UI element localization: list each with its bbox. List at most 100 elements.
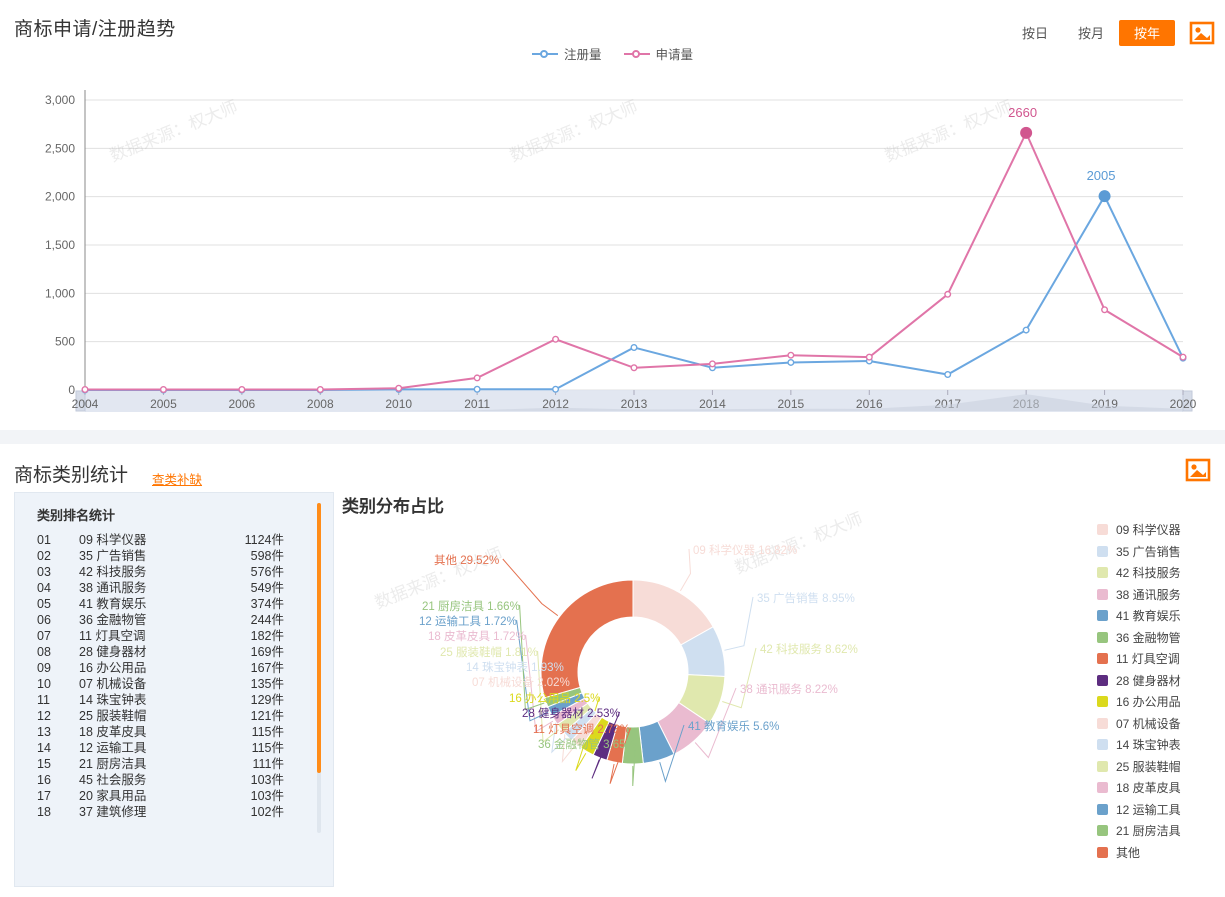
trend-controls: 按日 按月 按年 <box>1007 20 1215 46</box>
rank-row[interactable]: 02 35 广告销售 598件 <box>15 548 333 564</box>
rank-row[interactable]: 18 37 建筑修理 102件 <box>15 804 333 820</box>
rank-row[interactable]: 17 20 家具用品 103件 <box>15 788 333 804</box>
period-button-day[interactable]: 按日 <box>1007 20 1063 46</box>
rank-row[interactable]: 14 12 运输工具 115件 <box>15 740 333 756</box>
rank-index: 05 <box>37 597 51 611</box>
image-export-icon[interactable] <box>1189 21 1215 45</box>
rank-category-name: 36 金融物管 <box>79 613 147 627</box>
donut-chart: 数据来源：权大师 数据来源：权大师 09 科学仪器 16.82% 35 广告销售 … <box>340 509 1090 889</box>
svg-text:2008: 2008 <box>307 397 334 411</box>
rank-index: 02 <box>37 549 51 563</box>
legend-item[interactable]: 07 机械设备 <box>1097 713 1209 735</box>
legend-item[interactable]: 18 皮革皮具 <box>1097 777 1209 799</box>
trend-chart-svg: 0 500 1,000 1,500 2,000 2,500 3,000 2004 2005 200… <box>45 90 1197 412</box>
rank-count: 598件 <box>250 549 284 563</box>
rank-category-name: 07 机械设备 <box>79 677 147 691</box>
legend-item[interactable]: 36 金融物管 <box>1097 627 1209 649</box>
rank-count: 182件 <box>250 629 284 643</box>
period-button-month[interactable]: 按月 <box>1063 20 1119 46</box>
legend-label: 11 灯具空调 <box>1116 652 1180 667</box>
legend-item[interactable]: 12 运输工具 <box>1097 799 1209 821</box>
legend-item[interactable]: 21 厨房洁具 <box>1097 820 1209 842</box>
donut-slice-label: 14 珠宝钟表 1.93% <box>466 662 564 674</box>
legend-swatch-icon <box>1097 825 1108 837</box>
svg-text:2004: 2004 <box>72 397 99 411</box>
rank-row[interactable]: 15 21 厨房洁具 111件 <box>15 756 333 772</box>
rank-category-name: 21 厨房洁具 <box>79 757 147 771</box>
rank-row[interactable]: 06 36 金融物管 244件 <box>15 612 333 628</box>
peak-label-applied: 2660 <box>1008 104 1038 120</box>
rank-count: 103件 <box>250 773 284 787</box>
legend-item[interactable]: 35 广告销售 <box>1097 541 1209 563</box>
check-category-gaps-link[interactable]: 查类补缺 <box>152 469 202 488</box>
rank-row[interactable]: 01 09 科学仪器 1124件 <box>15 532 333 548</box>
legend-swatch-icon <box>1097 717 1108 729</box>
legend-label: 36 金融物管 <box>1116 630 1181 645</box>
legend-item[interactable]: 42 科技服务 <box>1097 562 1209 584</box>
legend-label: 07 机械设备 <box>1116 716 1181 731</box>
legend-item[interactable]: 41 教育娱乐 <box>1097 605 1209 627</box>
rank-category-name: 25 服装鞋帽 <box>79 709 147 723</box>
rank-category-name: 16 办公用品 <box>79 661 147 675</box>
rank-category-name: 28 健身器材 <box>79 645 147 659</box>
category-section-title: 商标类别统计 <box>14 465 129 486</box>
legend-item[interactable]: 其他 <box>1097 842 1209 864</box>
rank-index: 15 <box>37 757 51 771</box>
legend-item[interactable]: 16 办公用品 <box>1097 691 1209 713</box>
legend-swatch-icon <box>1097 674 1108 686</box>
rank-count: 167件 <box>250 661 284 675</box>
rank-category-name: 09 科学仪器 <box>79 533 147 547</box>
rank-row[interactable]: 09 16 办公用品 167件 <box>15 660 333 676</box>
rank-list[interactable]: 01 09 科学仪器 1124件 02 35 广告销售 598件 03 42 科技服务 576件… <box>15 532 333 884</box>
rank-category-name: 11 灯具空调 <box>79 629 146 643</box>
rank-index: 04 <box>37 581 51 595</box>
svg-text:2,000: 2,000 <box>45 190 75 204</box>
rank-row[interactable]: 07 11 灯具空调 182件 <box>15 628 333 644</box>
rank-count: 121件 <box>250 709 284 723</box>
legend-item-registered[interactable]: 注册量 <box>531 44 602 63</box>
rank-row[interactable]: 16 45 社会服务 103件 <box>15 772 333 788</box>
legend-swatch-icon <box>1097 696 1108 708</box>
rank-category-name: 45 社会服务 <box>79 773 147 787</box>
rank-count: 103件 <box>250 789 284 803</box>
donut-legend: 09 科学仪器 35 广告销售 42 科技服务 38 通讯服务 41 教育娱乐 36 金融… <box>1097 519 1209 863</box>
donut-slice-label: 41 教育娱乐 5.6% <box>688 721 780 733</box>
rank-category-name: 37 建筑修理 <box>79 805 147 819</box>
legend-item[interactable]: 28 健身器材 <box>1097 670 1209 692</box>
period-button-year[interactable]: 按年 <box>1119 20 1175 46</box>
rank-row[interactable]: 12 25 服装鞋帽 121件 <box>15 708 333 724</box>
rank-row[interactable]: 05 41 教育娱乐 374件 <box>15 596 333 612</box>
rank-category-name: 35 广告销售 <box>79 549 147 563</box>
image-export-icon[interactable] <box>1185 458 1211 482</box>
svg-text:3,000: 3,000 <box>45 93 75 107</box>
rank-row[interactable]: 13 18 皮革皮具 115件 <box>15 724 333 740</box>
rank-scrollbar-thumb[interactable] <box>317 503 321 773</box>
legend-marker-registered-icon <box>531 48 558 60</box>
legend-item[interactable]: 25 服装鞋帽 <box>1097 756 1209 778</box>
donut-chart-title: 类别分布占比 <box>342 497 444 516</box>
donut-slice-label: 其他 29.52% <box>434 555 500 567</box>
legend-item[interactable]: 38 通讯服务 <box>1097 584 1209 606</box>
rank-row[interactable]: 04 38 通讯服务 549件 <box>15 580 333 596</box>
legend-swatch-icon <box>1097 610 1108 622</box>
rank-index: 09 <box>37 661 51 675</box>
rank-row[interactable]: 10 07 机械设备 135件 <box>15 676 333 692</box>
legend-item[interactable]: 09 科学仪器 <box>1097 519 1209 541</box>
rank-count: 576件 <box>250 565 284 579</box>
legend-item-applied[interactable]: 申请量 <box>623 44 693 63</box>
rank-row[interactable]: 03 42 科技服务 576件 <box>15 564 333 580</box>
rank-panel-title: 类别排名统计 <box>37 508 116 523</box>
legend-label: 21 厨房洁具 <box>1116 824 1181 839</box>
rank-count: 549件 <box>250 581 284 595</box>
rank-index: 16 <box>37 773 51 787</box>
legend-item[interactable]: 11 灯具空调 <box>1097 648 1209 670</box>
rank-row[interactable]: 11 14 珠宝钟表 129件 <box>15 692 333 708</box>
rank-row[interactable]: 08 28 健身器材 169件 <box>15 644 333 660</box>
donut-slice-label: 38 通讯服务 8.22% <box>740 684 838 696</box>
svg-text:2011: 2011 <box>464 397 490 411</box>
rank-index: 03 <box>37 565 51 579</box>
legend-item[interactable]: 14 珠宝钟表 <box>1097 734 1209 756</box>
donut-slice-label: 25 服装鞋帽 1.81% <box>440 647 538 659</box>
legend-swatch-icon <box>1097 760 1108 772</box>
legend-label: 38 通讯服务 <box>1116 587 1181 602</box>
